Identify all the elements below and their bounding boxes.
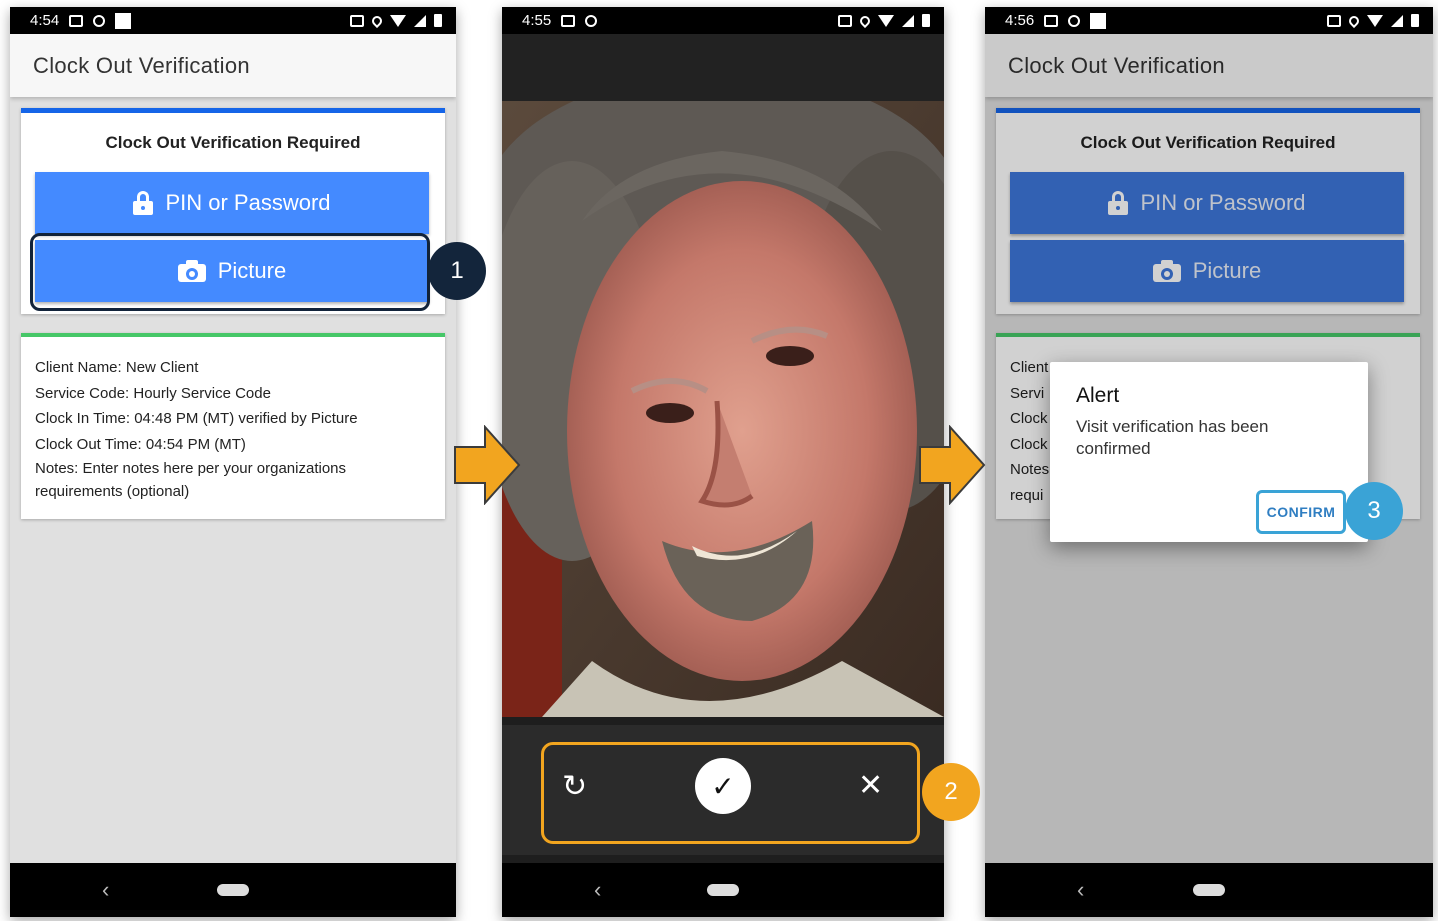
signal-icon <box>1391 14 1403 27</box>
android-nav-bar: ‹ <box>502 863 944 917</box>
status-bar: 4:54 <box>10 7 456 34</box>
step-1-badge: 1 <box>428 242 486 300</box>
location-icon <box>1346 13 1362 28</box>
tutorial-stage: 4:54 Clock Out Verification Clock Out Ve… <box>0 0 1438 921</box>
notes: Notes: Enter notes here per your organiz… <box>35 460 347 500</box>
signal-icon <box>414 14 426 27</box>
status-bar: 4:56 <box>985 7 1433 34</box>
confirm-button[interactable]: CONFIRM <box>1256 490 1346 534</box>
clock-in-time: Clock In Time: 04:48 PM (MT) verified by… <box>35 410 358 427</box>
cast-icon <box>838 14 852 27</box>
accept-photo-button[interactable]: ✓ <box>695 758 751 814</box>
home-pill-icon[interactable] <box>707 884 739 896</box>
phone-screen-1: 4:54 Clock Out Verification Clock Out Ve… <box>10 7 456 917</box>
voicemail-icon <box>1068 14 1081 27</box>
service-code: Service Code: Hourly Service Code <box>35 384 271 402</box>
status-bar: 4:55 <box>502 7 944 34</box>
location-icon <box>857 13 873 28</box>
face-photo-illustration <box>502 101 944 717</box>
battery-icon <box>922 14 930 27</box>
app-bar-title: Clock Out Verification <box>10 34 456 97</box>
wifi-icon <box>390 14 406 27</box>
home-pill-icon[interactable] <box>1193 884 1225 896</box>
visit-info-card: Client Name: New Client Service Code: Ho… <box>21 333 445 519</box>
home-pill-icon[interactable] <box>217 884 249 896</box>
location-icon <box>369 13 385 28</box>
dialog-message: Visit verification has been confirmed <box>1076 417 1269 458</box>
captured-face-photo <box>502 101 944 717</box>
notification-icon <box>115 12 132 29</box>
client-name: Client Name: New Client <box>35 359 199 376</box>
verification-title: Clock Out Verification Required <box>105 133 361 152</box>
battery-icon <box>1411 14 1419 27</box>
step-3-badge: 3 <box>1345 482 1403 540</box>
check-icon: ✓ <box>711 770 735 802</box>
lock-icon <box>133 191 154 215</box>
step-1-highlight <box>30 233 430 311</box>
voicemail-icon <box>585 14 598 27</box>
pin-password-button[interactable]: PIN or Password <box>35 172 429 234</box>
alert-dialog: Alert Visit verification has been confir… <box>1050 362 1368 542</box>
cast-icon <box>1327 14 1341 27</box>
phone-screen-3: 4:56 Clock Out Verification Clock Out Ve… <box>985 7 1433 917</box>
wifi-icon <box>1367 14 1383 27</box>
cast-icon <box>350 14 364 27</box>
mail-icon <box>561 14 576 27</box>
android-nav-bar: ‹ <box>985 863 1433 917</box>
notification-icon <box>1090 12 1107 29</box>
mail-icon <box>69 14 84 27</box>
back-icon[interactable]: ‹ <box>1077 877 1084 903</box>
status-time: 4:54 <box>30 12 60 29</box>
status-time: 4:56 <box>1005 12 1035 29</box>
mail-icon <box>1044 14 1059 27</box>
camera-top-bar <box>502 34 944 101</box>
android-nav-bar: ‹ <box>10 863 456 917</box>
signal-icon <box>902 14 914 27</box>
battery-icon <box>434 14 442 27</box>
retake-icon[interactable]: ↻ <box>562 772 587 802</box>
clock-out-time: Clock Out Time: 04:54 PM (MT) <box>35 435 246 453</box>
wifi-icon <box>878 14 894 27</box>
back-icon[interactable]: ‹ <box>594 877 601 903</box>
step-2-badge: 2 <box>922 763 980 821</box>
voicemail-icon <box>93 14 106 27</box>
step-arrow-icon <box>454 425 521 505</box>
status-time: 4:55 <box>522 12 552 29</box>
dialog-title: Alert <box>1076 384 1120 407</box>
pin-password-label: PIN or Password <box>165 190 331 215</box>
step-arrow-icon <box>919 425 986 505</box>
back-icon[interactable]: ‹ <box>102 877 109 903</box>
phone-screen-2: 4:55 ↻ ✓ ✕ ‹ <box>502 7 944 917</box>
close-icon[interactable]: ✕ <box>858 771 883 801</box>
